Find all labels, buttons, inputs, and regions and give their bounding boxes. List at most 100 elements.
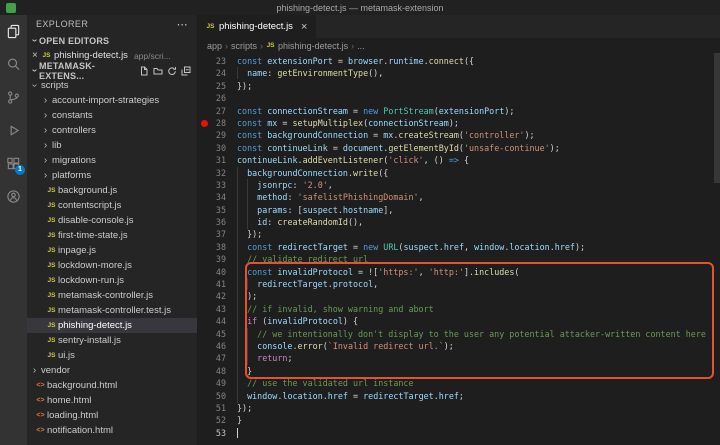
code-line-50[interactable]: 50 window.location.href = redirectTarget… bbox=[197, 390, 720, 402]
line-content: } bbox=[226, 414, 242, 426]
open-editor-name: phishing-detect.js bbox=[54, 50, 128, 61]
tree-item-vendor[interactable]: ›vendor bbox=[27, 363, 197, 378]
code-line-45[interactable]: 45 // we intentionally don't display to … bbox=[197, 328, 720, 340]
code-line-26[interactable]: 26 bbox=[197, 92, 720, 104]
line-number: 39 bbox=[197, 253, 226, 265]
code-line-25[interactable]: 25}); bbox=[197, 80, 720, 92]
breadcrumb-item[interactable]: phishing-detect.js bbox=[278, 41, 348, 51]
code-line-31[interactable]: 31continueLink.addEventListener('click',… bbox=[197, 154, 720, 166]
close-icon[interactable]: × bbox=[301, 22, 307, 32]
code-line-41[interactable]: 41 redirectTarget.protocol, bbox=[197, 278, 720, 290]
close-icon[interactable]: × bbox=[32, 50, 42, 61]
tree-item-label: metamask-controller.js bbox=[58, 290, 153, 301]
code-line-33[interactable]: 33 jsonrpc: '2.0', bbox=[197, 179, 720, 191]
tree-item-contentscript.js[interactable]: JScontentscript.js bbox=[27, 198, 197, 213]
code-line-29[interactable]: 29const backgroundConnection = mx.create… bbox=[197, 129, 720, 141]
tree-item-disable-console.js[interactable]: JSdisable-console.js bbox=[27, 213, 197, 228]
line-number: 46 bbox=[197, 340, 226, 352]
tree-item-lockdown-more.js[interactable]: JSlockdown-more.js bbox=[27, 258, 197, 273]
tree-item-label: background.html bbox=[47, 380, 117, 391]
code-line-46[interactable]: 46 console.error(`Invalid redirect url.`… bbox=[197, 340, 720, 352]
line-number: 50 bbox=[197, 390, 226, 402]
code-line-40[interactable]: 40 const invalidProtocol = !['https:', '… bbox=[197, 266, 720, 278]
tree-item-home.html[interactable]: <>home.html bbox=[27, 393, 197, 408]
line-number: 32 bbox=[197, 167, 226, 179]
collapse-all-icon[interactable] bbox=[181, 66, 191, 76]
breadcrumb-item[interactable]: ... bbox=[357, 41, 365, 51]
line-content bbox=[226, 92, 237, 104]
tab-bar: JS phishing-detect.js × bbox=[197, 15, 720, 38]
code-line-23[interactable]: 23const extensionPort = browser.runtime.… bbox=[197, 55, 720, 67]
account-icon[interactable] bbox=[6, 189, 21, 204]
code-line-32[interactable]: 32 backgroundConnection.write({ bbox=[197, 167, 720, 179]
code-line-27[interactable]: 27const connectionStream = new PortStrea… bbox=[197, 105, 720, 117]
line-number: 30 bbox=[197, 142, 226, 154]
extensions-icon[interactable]: 1 bbox=[6, 156, 21, 171]
tree-item-notification.html[interactable]: <>notification.html bbox=[27, 423, 197, 438]
open-editors-section[interactable]: › OPEN EDITORS bbox=[27, 33, 197, 48]
code-line-44[interactable]: 44 if (invalidProtocol) { bbox=[197, 315, 720, 327]
tree-item-label: scripts bbox=[41, 80, 68, 91]
code-line-48[interactable]: 48 } bbox=[197, 365, 720, 377]
tree-item-account-import-strategies[interactable]: ›account-import-strategies bbox=[27, 93, 197, 108]
code-line-34[interactable]: 34 method: 'safelistPhishingDomain', bbox=[197, 191, 720, 203]
code-line-51[interactable]: 51}); bbox=[197, 402, 720, 414]
line-content: const extensionPort = browser.runtime.co… bbox=[226, 55, 474, 67]
run-debug-icon[interactable] bbox=[6, 123, 21, 138]
source-control-icon[interactable] bbox=[6, 90, 21, 105]
code-line-35[interactable]: 35 params: [suspect.hostname], bbox=[197, 204, 720, 216]
code-line-49[interactable]: 49 // use the validated url instance bbox=[197, 377, 720, 389]
breadcrumb-item[interactable]: scripts bbox=[231, 41, 257, 51]
refresh-icon[interactable] bbox=[167, 66, 177, 76]
line-content: const backgroundConnection = mx.createSt… bbox=[226, 129, 535, 141]
code-line-52[interactable]: 52} bbox=[197, 414, 720, 426]
tree-item-label: controllers bbox=[52, 125, 96, 136]
search-icon[interactable] bbox=[6, 57, 21, 72]
line-number: 47 bbox=[197, 352, 226, 364]
code-line-30[interactable]: 30const continueLink = document.getEleme… bbox=[197, 142, 720, 154]
tree-item-platforms[interactable]: ›platforms bbox=[27, 168, 197, 183]
project-section[interactable]: › METAMASK-EXTENS... bbox=[27, 63, 197, 78]
code-line-39[interactable]: 39 // validate redirect url bbox=[197, 253, 720, 265]
more-actions-icon[interactable]: ⋯ bbox=[177, 18, 188, 31]
tree-item-controllers[interactable]: ›controllers bbox=[27, 123, 197, 138]
chevron-right-icon: › bbox=[351, 41, 354, 51]
code-line-42[interactable]: 42 ); bbox=[197, 290, 720, 302]
tree-item-inpage.js[interactable]: JSinpage.js bbox=[27, 243, 197, 258]
tree-item-label: inpage.js bbox=[58, 245, 96, 256]
scrollbar-thumb[interactable] bbox=[714, 53, 720, 183]
breadcrumb-item[interactable]: app bbox=[207, 41, 222, 51]
tree-item-lockdown-run.js[interactable]: JSlockdown-run.js bbox=[27, 273, 197, 288]
tree-item-migrations[interactable]: ›migrations bbox=[27, 153, 197, 168]
explorer-icon[interactable] bbox=[6, 24, 21, 39]
tree-item-first-time-state.js[interactable]: JSfirst-time-state.js bbox=[27, 228, 197, 243]
tree-item-background.html[interactable]: <>background.html bbox=[27, 378, 197, 393]
tree-item-metamask-controller.js[interactable]: JSmetamask-controller.js bbox=[27, 288, 197, 303]
code-area[interactable]: 23const extensionPort = browser.runtime.… bbox=[197, 53, 720, 445]
code-line-28[interactable]: 28const mx = setupMultiplex(connectionSt… bbox=[197, 117, 720, 129]
explorer-title: EXPLORER bbox=[36, 19, 88, 29]
chevron-right-icon: › bbox=[41, 141, 50, 150]
new-file-icon[interactable] bbox=[139, 66, 149, 76]
line-content: // if invalid, show warning and abort bbox=[226, 303, 434, 315]
code-line-36[interactable]: 36 id: createRandomId(), bbox=[197, 216, 720, 228]
tree-item-metamask-controller.test.js[interactable]: JSmetamask-controller.test.js bbox=[27, 303, 197, 318]
new-folder-icon[interactable] bbox=[153, 66, 163, 76]
code-line-47[interactable]: 47 return; bbox=[197, 352, 720, 364]
tab-phishing-detect[interactable]: JS phishing-detect.js × bbox=[197, 15, 316, 38]
tree-item-ui.js[interactable]: JSui.js bbox=[27, 348, 197, 363]
line-content: redirectTarget.protocol, bbox=[226, 278, 378, 290]
code-line-53[interactable]: 53 bbox=[197, 427, 720, 439]
open-editor-path: app/scri... bbox=[134, 51, 171, 61]
code-line-24[interactable]: 24 name: getEnvironmentType(), bbox=[197, 67, 720, 79]
tree-item-phishing-detect.js[interactable]: JSphishing-detect.js bbox=[27, 318, 197, 333]
tree-item-loading.html[interactable]: <>loading.html bbox=[27, 408, 197, 423]
tree-item-constants[interactable]: ›constants bbox=[27, 108, 197, 123]
tree-item-sentry-install.js[interactable]: JSsentry-install.js bbox=[27, 333, 197, 348]
code-line-43[interactable]: 43 // if invalid, show warning and abort bbox=[197, 303, 720, 315]
tree-item-lib[interactable]: ›lib bbox=[27, 138, 197, 153]
line-content: const redirectTarget = new URL(suspect.h… bbox=[226, 241, 585, 253]
code-line-37[interactable]: 37 }); bbox=[197, 228, 720, 240]
code-line-38[interactable]: 38 const redirectTarget = new URL(suspec… bbox=[197, 241, 720, 253]
tree-item-background.js[interactable]: JSbackground.js bbox=[27, 183, 197, 198]
